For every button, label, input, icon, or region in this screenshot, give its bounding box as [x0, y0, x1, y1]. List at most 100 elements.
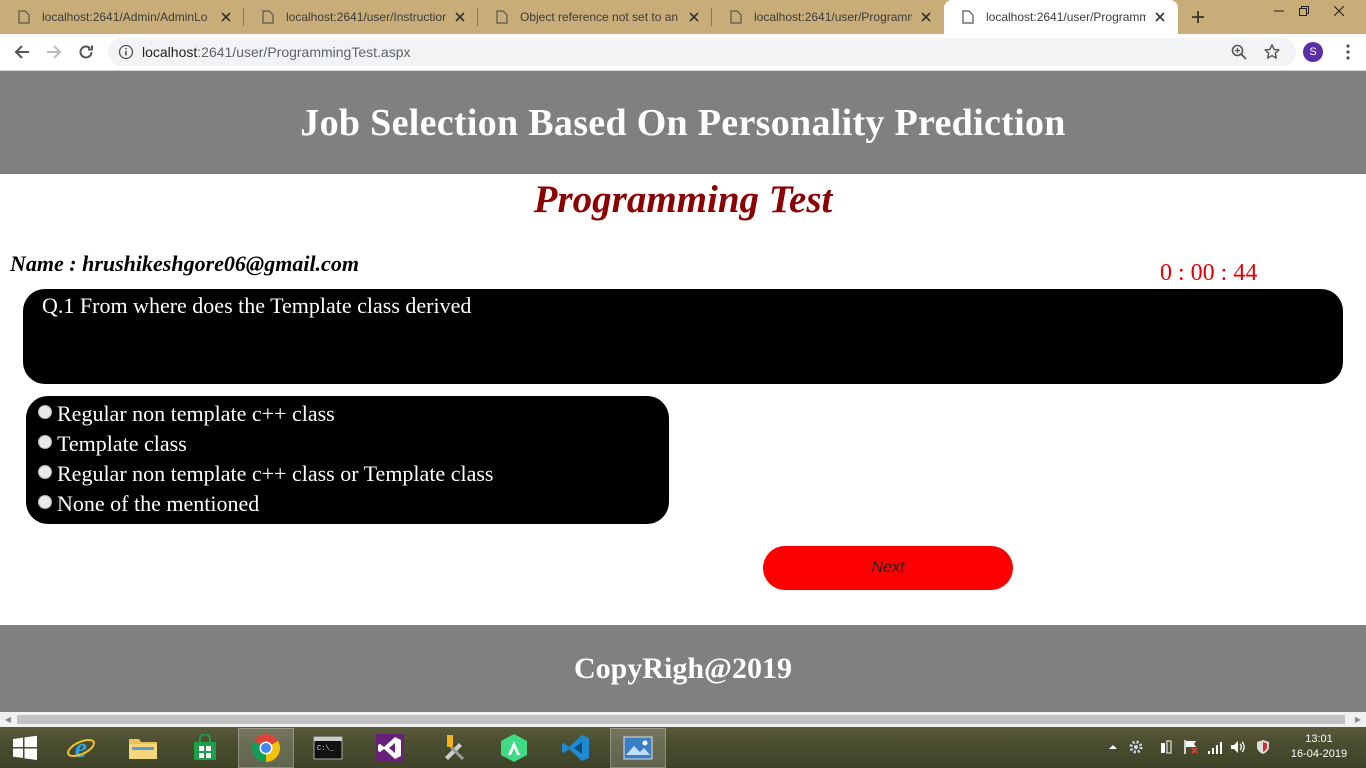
- close-icon[interactable]: [452, 9, 468, 25]
- scrollbar-thumb[interactable]: [17, 715, 1345, 724]
- reload-button[interactable]: [74, 40, 98, 64]
- browser-tab[interactable]: Object reference not set to an in: [478, 0, 712, 34]
- flag-alert-icon: [1184, 740, 1198, 754]
- option-label: Regular non template c++ class: [57, 401, 335, 426]
- question-panel: Q.1 From where does the Template class d…: [23, 289, 1343, 384]
- gear-icon: [1129, 740, 1143, 754]
- options-panel: Regular non template c++ class Template …: [26, 396, 669, 524]
- taskbar-clock[interactable]: 13:01 16-04-2019: [1288, 732, 1350, 762]
- zoom-icon[interactable]: [1230, 43, 1248, 61]
- tray-device[interactable]: [1158, 739, 1174, 755]
- scroll-right-arrow[interactable]: ▶: [1350, 712, 1366, 727]
- tools-icon: [445, 735, 465, 761]
- option-2[interactable]: Template class: [38, 429, 187, 459]
- taskbar-store[interactable]: [177, 728, 233, 768]
- android-studio-icon: [501, 734, 527, 762]
- browser-tab-active[interactable]: localhost:2641/user/Programmi: [944, 0, 1178, 34]
- store-icon: [194, 734, 216, 760]
- plus-icon: [1192, 11, 1204, 23]
- page-icon: [730, 10, 742, 24]
- radio-button[interactable]: [38, 405, 52, 419]
- shield-icon: [1257, 740, 1269, 754]
- signal-icon: [1208, 742, 1222, 754]
- close-icon[interactable]: [218, 9, 234, 25]
- radio-button[interactable]: [38, 465, 52, 479]
- browser-tab[interactable]: localhost:2641/Admin/AdminLo: [0, 0, 244, 34]
- taskbar-command-prompt[interactable]: C:\_: [300, 728, 356, 768]
- taskbar-file-explorer[interactable]: [115, 728, 171, 768]
- taskbar-android-studio[interactable]: [486, 728, 542, 768]
- next-button[interactable]: Next: [763, 546, 1013, 590]
- close-icon[interactable]: [918, 9, 934, 25]
- option-label: Regular non template c++ class or Templa…: [57, 461, 494, 486]
- url-path: :2641/user/ProgrammingTest.aspx: [197, 44, 411, 60]
- tab-title: localhost:2641/Admin/AdminLo: [42, 10, 208, 24]
- url-host: localhost: [142, 44, 198, 60]
- folder-icon: [129, 739, 157, 759]
- radio-button[interactable]: [38, 435, 52, 449]
- close-window-button[interactable]: [1316, 0, 1362, 22]
- chrome-icon: [252, 734, 280, 762]
- tab-title: Object reference not set to an in: [520, 10, 680, 24]
- address-bar[interactable]: localhost:2641/user/ProgrammingTest.aspx: [108, 38, 1296, 66]
- usb-icon: [1161, 740, 1172, 754]
- option-1[interactable]: Regular non template c++ class: [38, 399, 335, 429]
- forward-button[interactable]: [42, 40, 66, 64]
- start-button[interactable]: [0, 728, 50, 768]
- option-4[interactable]: None of the mentioned: [38, 489, 259, 519]
- user-name-label: Name : hrushikeshgore06@gmail.com: [10, 251, 359, 276]
- info-icon[interactable]: [118, 44, 134, 60]
- menu-button[interactable]: [1340, 42, 1356, 62]
- taskbar-vs-code[interactable]: [548, 728, 604, 768]
- test-title: Programming Test: [533, 178, 833, 221]
- browser-toolbar: localhost:2641/user/ProgrammingTest.aspx…: [0, 34, 1366, 71]
- tray-wifi[interactable]: [1207, 739, 1223, 755]
- scroll-left-arrow[interactable]: ◀: [0, 712, 16, 727]
- terminal-icon: C:\_: [313, 736, 343, 760]
- taskbar-photos[interactable]: [610, 728, 666, 768]
- option-3[interactable]: Regular non template c++ class or Templa…: [38, 459, 493, 489]
- taskbar-chrome[interactable]: [238, 728, 294, 768]
- close-icon: [1334, 6, 1344, 16]
- close-icon[interactable]: [686, 9, 702, 25]
- tab-title: localhost:2641/user/Programmi: [986, 10, 1146, 24]
- site-header: Job Selection Based On Personality Predi…: [0, 71, 1366, 174]
- url-text: localhost:2641/user/ProgrammingTest.aspx: [142, 44, 410, 60]
- question-text: Q.1 From where does the Template class d…: [42, 293, 472, 318]
- site-title: Job Selection Based On Personality Predi…: [300, 101, 1066, 144]
- arrow-right-icon: [47, 45, 62, 59]
- tab-title: localhost:2641/user/InstructionP: [286, 10, 446, 24]
- browser-tab[interactable]: localhost:2641/user/Programmi: [712, 0, 944, 34]
- browser-tab[interactable]: localhost:2641/user/InstructionP: [244, 0, 478, 34]
- photos-icon: [623, 736, 653, 760]
- tray-security[interactable]: [1255, 739, 1271, 755]
- countdown-timer: 0 : 00 : 44: [1160, 260, 1258, 286]
- speaker-icon: [1231, 741, 1245, 753]
- profile-avatar[interactable]: S: [1303, 42, 1323, 62]
- show-hidden-icons-button[interactable]: [1105, 739, 1121, 755]
- tray-alert[interactable]: [1183, 739, 1199, 755]
- tray-network-drive[interactable]: [1128, 739, 1144, 755]
- internet-explorer-icon: e: [67, 733, 95, 763]
- taskbar-internet-explorer[interactable]: e: [53, 728, 109, 768]
- svg-text:e: e: [75, 733, 87, 763]
- svg-text:C:\_: C:\_: [317, 745, 335, 753]
- more-vertical-icon: [1346, 44, 1350, 60]
- taskbar-visual-studio[interactable]: [362, 728, 418, 768]
- tray-volume[interactable]: [1230, 739, 1246, 755]
- restore-icon: [1299, 6, 1309, 16]
- page-content: Job Selection Based On Personality Predi…: [0, 71, 1366, 712]
- windows-taskbar: e C:\_ 13:01 16-04-2019: [0, 727, 1366, 768]
- clock-time: 13:01: [1305, 733, 1333, 745]
- reload-icon: [79, 45, 93, 59]
- page-icon: [262, 10, 274, 24]
- new-tab-button[interactable]: [1186, 5, 1210, 29]
- radio-button[interactable]: [38, 495, 52, 509]
- back-button[interactable]: [10, 40, 34, 64]
- taskbar-tools[interactable]: [424, 728, 480, 768]
- visual-studio-icon: [376, 734, 404, 762]
- close-icon[interactable]: [1152, 9, 1168, 25]
- horizontal-scrollbar[interactable]: ◀ ▶: [0, 712, 1366, 727]
- arrow-left-icon: [14, 45, 29, 59]
- bookmark-star-icon[interactable]: [1263, 43, 1281, 61]
